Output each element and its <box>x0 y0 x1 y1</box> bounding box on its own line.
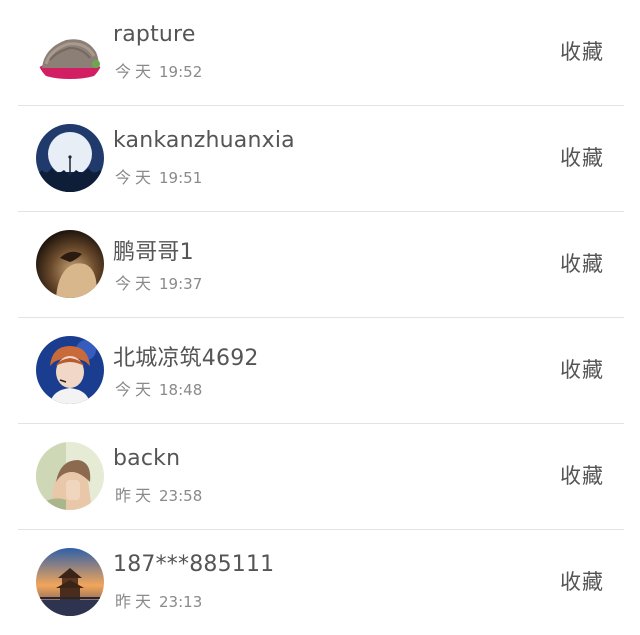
singer-avatar-icon <box>36 336 104 404</box>
timestamp: 今天 18:48 <box>115 376 202 400</box>
timestamp: 今天 19:37 <box>115 270 202 294</box>
username: rapture <box>113 22 196 47</box>
moon-avatar-icon <box>36 124 104 192</box>
favorite-button[interactable]: 收藏 <box>560 36 604 66</box>
favorite-button[interactable]: 收藏 <box>560 566 604 596</box>
favorite-button[interactable]: 收藏 <box>560 142 604 172</box>
portrait-avatar-icon <box>36 230 104 298</box>
username: 鹏哥哥1 <box>113 240 194 265</box>
username: 187***885111 <box>113 552 275 577</box>
list-item[interactable]: 鹏哥哥1 今天 19:37 收藏 <box>0 212 640 318</box>
avatar[interactable] <box>36 230 104 298</box>
clock-time: 23:58 <box>159 487 203 505</box>
username: 北城凉筑4692 <box>113 346 259 371</box>
favorite-button[interactable]: 收藏 <box>560 354 604 384</box>
clock-time: 19:37 <box>159 275 203 293</box>
pavilion-avatar-icon <box>36 548 104 616</box>
avatar[interactable] <box>36 442 104 510</box>
favorite-button[interactable]: 收藏 <box>560 460 604 490</box>
girl-avatar-icon <box>36 442 104 510</box>
favorite-button[interactable]: 收藏 <box>560 248 604 278</box>
clock-time: 19:51 <box>159 169 203 187</box>
day-label: 今天 <box>115 380 156 399</box>
avatar[interactable] <box>36 548 104 616</box>
timestamp: 今天 19:51 <box>115 164 202 188</box>
list-item[interactable]: kankanzhuanxia 今天 19:51 收藏 <box>0 106 640 212</box>
clock-time: 18:48 <box>159 381 203 399</box>
avatar[interactable] <box>36 336 104 404</box>
avatar[interactable] <box>36 124 104 192</box>
list-item[interactable]: backn 昨天 23:58 收藏 <box>0 424 640 530</box>
timestamp: 昨天 23:58 <box>115 482 202 506</box>
username: backn <box>113 446 181 471</box>
day-label: 昨天 <box>115 486 156 505</box>
clock-time: 23:13 <box>159 593 203 611</box>
favorites-list: rapture 今天 19:52 收藏 kankanzhuanxia 今天 19:5… <box>0 0 640 630</box>
list-item[interactable]: 北城凉筑4692 今天 18:48 收藏 <box>0 318 640 424</box>
clock-time: 19:52 <box>159 63 203 81</box>
list-item[interactable]: 187***885111 昨天 23:13 收藏 <box>0 530 640 635</box>
day-label: 昨天 <box>115 592 156 611</box>
avatar[interactable] <box>36 18 104 86</box>
day-label: 今天 <box>115 274 156 293</box>
day-label: 今天 <box>115 62 156 81</box>
username: kankanzhuanxia <box>113 128 295 153</box>
list-item[interactable]: rapture 今天 19:52 收藏 <box>0 0 640 106</box>
timestamp: 昨天 23:13 <box>115 588 202 612</box>
timestamp: 今天 19:52 <box>115 58 202 82</box>
day-label: 今天 <box>115 168 156 187</box>
hat-avatar-icon <box>36 18 104 86</box>
